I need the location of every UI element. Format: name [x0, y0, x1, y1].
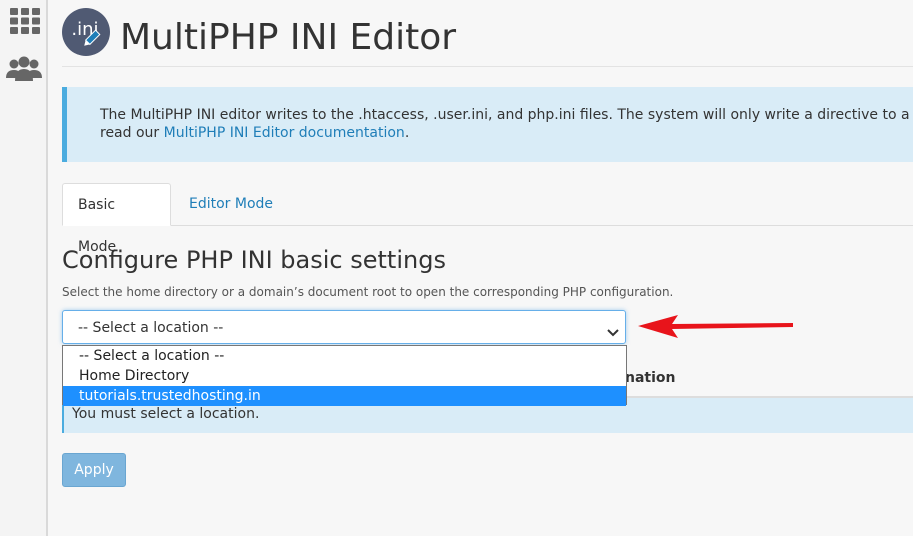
location-dropdown-list: -- Select a location -- Home Directory t…: [62, 345, 627, 406]
table-header-fragment: nation: [625, 370, 676, 386]
chevron-down-icon: [607, 323, 619, 342]
red-arrow-annotation-icon: [636, 314, 796, 344]
main-content: .ini MultiPHP INI Editor The MultiPHP IN…: [48, 0, 913, 536]
info-alert-text: The MultiPHP INI editor writes to the .h…: [100, 106, 913, 142]
warning-text: You must select a location.: [72, 406, 260, 422]
ini-logo-icon: .ini: [62, 8, 110, 56]
tab-editor-mode[interactable]: Editor Mode: [174, 183, 288, 225]
dropdown-option[interactable]: -- Select a location --: [63, 346, 626, 366]
documentation-link[interactable]: MultiPHP INI Editor documentation: [164, 125, 405, 141]
info-text-line2-suffix: .: [404, 125, 410, 141]
dropdown-option[interactable]: Home Directory: [63, 366, 626, 386]
sidebar: [0, 0, 48, 536]
grid-icon[interactable]: [10, 8, 40, 38]
page-title: MultiPHP INI Editor: [120, 17, 457, 58]
location-select[interactable]: -- Select a location --: [62, 310, 626, 344]
mode-tabs: Basic Mode Editor Mode: [62, 183, 913, 255]
info-text-line2-prefix: read our: [100, 125, 164, 141]
select-value: -- Select a location --: [78, 320, 224, 336]
section-description: Select the home directory or a domain’s …: [62, 285, 674, 299]
section-title: Configure PHP INI basic settings: [62, 246, 446, 274]
apply-button[interactable]: Apply: [62, 453, 126, 487]
tab-basic-mode[interactable]: Basic Mode: [62, 183, 171, 255]
info-text-line1: The MultiPHP INI editor writes to the .h…: [100, 107, 913, 123]
header-divider: [62, 66, 913, 67]
dropdown-option-highlighted[interactable]: tutorials.trustedhosting.in: [63, 386, 626, 406]
info-alert: The MultiPHP INI editor writes to the .h…: [62, 87, 913, 162]
users-icon[interactable]: [6, 56, 42, 86]
